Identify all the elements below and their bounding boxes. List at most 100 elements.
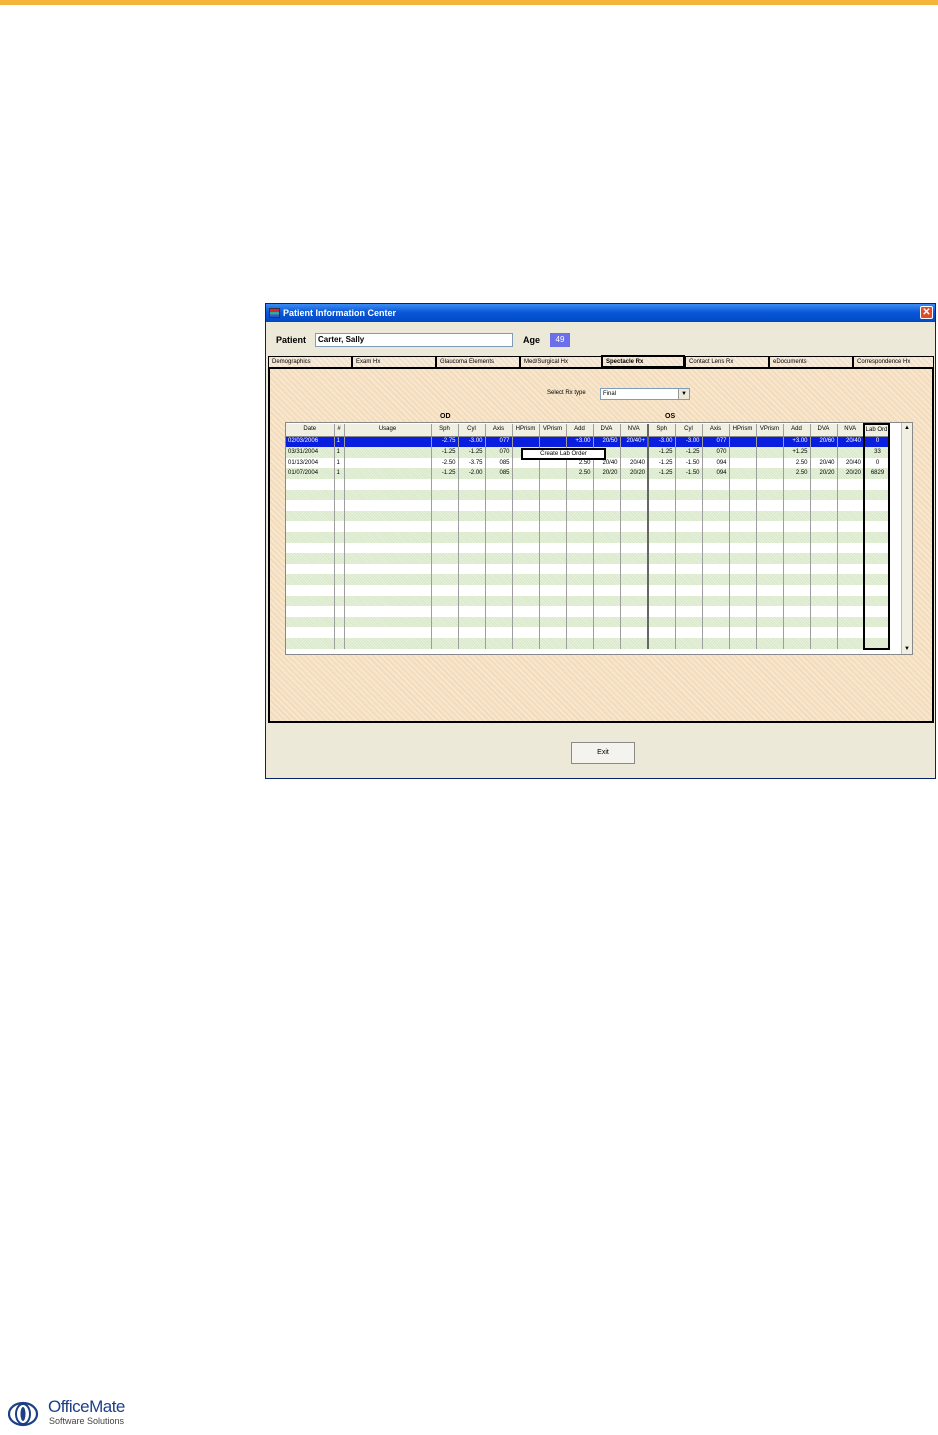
table-cell[interactable]	[593, 595, 621, 607]
table-cell[interactable]	[485, 489, 513, 501]
table-cell[interactable]	[863, 595, 890, 607]
vertical-scrollbar[interactable]: ▲ ▼	[901, 423, 912, 654]
table-cell[interactable]	[729, 553, 757, 564]
table-cell[interactable]	[675, 574, 703, 585]
table-cell[interactable]	[729, 436, 757, 448]
table-cell[interactable]	[837, 574, 865, 585]
table-cell[interactable]	[702, 489, 730, 501]
table-cell[interactable]: 2.50	[783, 457, 811, 469]
table-cell[interactable]	[729, 595, 757, 607]
table-cell[interactable]: -1.50	[675, 468, 703, 479]
table-cell[interactable]	[837, 521, 865, 532]
table-cell[interactable]	[458, 563, 486, 575]
table-cell[interactable]: 085	[485, 457, 513, 469]
table-cell[interactable]	[566, 627, 594, 638]
table-cell[interactable]: -2.75	[431, 436, 459, 448]
table-cell[interactable]	[286, 478, 335, 490]
table-cell[interactable]	[648, 584, 676, 596]
table-cell[interactable]	[863, 616, 890, 628]
table-cell[interactable]: 20/40	[810, 457, 838, 469]
table-cell[interactable]: -1.25	[431, 468, 459, 479]
column-header[interactable]: Sph	[648, 424, 676, 437]
table-cell[interactable]: -1.25	[648, 468, 676, 479]
table-cell[interactable]: +3.00	[566, 436, 594, 448]
table-cell[interactable]	[593, 584, 621, 596]
table-cell[interactable]	[620, 574, 649, 585]
table-cell[interactable]	[648, 563, 676, 575]
table-cell[interactable]	[458, 478, 486, 490]
table-cell[interactable]	[458, 616, 486, 628]
table-cell[interactable]	[334, 531, 345, 543]
table-cell[interactable]	[512, 531, 540, 543]
table-cell[interactable]	[702, 595, 730, 607]
table-row[interactable]	[286, 478, 890, 490]
table-cell[interactable]	[675, 606, 703, 617]
table-cell[interactable]	[344, 563, 432, 575]
table-cell[interactable]	[620, 627, 649, 638]
table-cell[interactable]	[756, 531, 784, 543]
table-cell[interactable]	[756, 510, 784, 522]
table-cell[interactable]: 077	[485, 436, 513, 448]
table-cell[interactable]	[512, 616, 540, 628]
table-cell[interactable]	[863, 606, 890, 617]
table-cell[interactable]	[431, 521, 459, 532]
table-cell[interactable]	[286, 637, 335, 650]
table-cell[interactable]	[334, 627, 345, 638]
table-cell[interactable]	[566, 595, 594, 607]
table-cell[interactable]	[783, 489, 811, 501]
table-cell[interactable]	[729, 521, 757, 532]
table-cell[interactable]	[286, 553, 335, 564]
table-cell[interactable]	[431, 542, 459, 554]
table-cell[interactable]	[344, 584, 432, 596]
table-cell[interactable]	[702, 542, 730, 554]
table-cell[interactable]	[863, 584, 890, 596]
table-cell[interactable]	[648, 542, 676, 554]
table-cell[interactable]	[837, 489, 865, 501]
table-cell[interactable]	[863, 627, 890, 638]
table-cell[interactable]	[512, 595, 540, 607]
table-cell[interactable]	[431, 606, 459, 617]
table-cell[interactable]	[485, 531, 513, 543]
table-cell[interactable]	[675, 563, 703, 575]
table-cell[interactable]	[648, 489, 676, 501]
table-cell[interactable]	[620, 616, 649, 628]
table-cell[interactable]: 20/20	[810, 468, 838, 479]
table-cell[interactable]	[431, 595, 459, 607]
table-cell[interactable]	[729, 457, 757, 469]
table-cell[interactable]	[334, 553, 345, 564]
table-cell[interactable]: -3.00	[648, 436, 676, 448]
table-cell[interactable]	[485, 595, 513, 607]
table-cell[interactable]	[648, 553, 676, 564]
table-cell[interactable]	[286, 563, 335, 575]
table-cell[interactable]	[620, 500, 649, 511]
tab-contact-lens-rx[interactable]: Contact Lens Rx	[685, 356, 769, 367]
table-cell[interactable]	[593, 574, 621, 585]
table-cell[interactable]	[566, 500, 594, 511]
table-cell[interactable]	[431, 616, 459, 628]
table-row[interactable]	[286, 542, 890, 554]
table-cell[interactable]	[675, 521, 703, 532]
table-cell[interactable]	[334, 563, 345, 575]
table-cell[interactable]	[593, 637, 621, 650]
table-cell[interactable]	[593, 616, 621, 628]
table-cell[interactable]	[512, 436, 540, 448]
table-cell[interactable]	[702, 637, 730, 650]
table-cell[interactable]	[344, 531, 432, 543]
table-cell[interactable]	[620, 489, 649, 501]
table-cell[interactable]: 2.50	[783, 468, 811, 479]
table-cell[interactable]	[286, 521, 335, 532]
table-cell[interactable]	[729, 510, 757, 522]
table-cell[interactable]	[458, 521, 486, 532]
table-cell[interactable]	[810, 542, 838, 554]
table-cell[interactable]	[702, 500, 730, 511]
table-cell[interactable]	[539, 542, 567, 554]
table-cell[interactable]	[729, 500, 757, 511]
table-row[interactable]	[286, 521, 890, 532]
table-cell[interactable]	[512, 563, 540, 575]
table-cell[interactable]	[485, 500, 513, 511]
table-cell[interactable]: -1.25	[458, 447, 486, 458]
table-cell[interactable]	[863, 574, 890, 585]
table-cell[interactable]	[810, 521, 838, 532]
table-cell[interactable]	[431, 531, 459, 543]
table-cell[interactable]	[729, 478, 757, 490]
